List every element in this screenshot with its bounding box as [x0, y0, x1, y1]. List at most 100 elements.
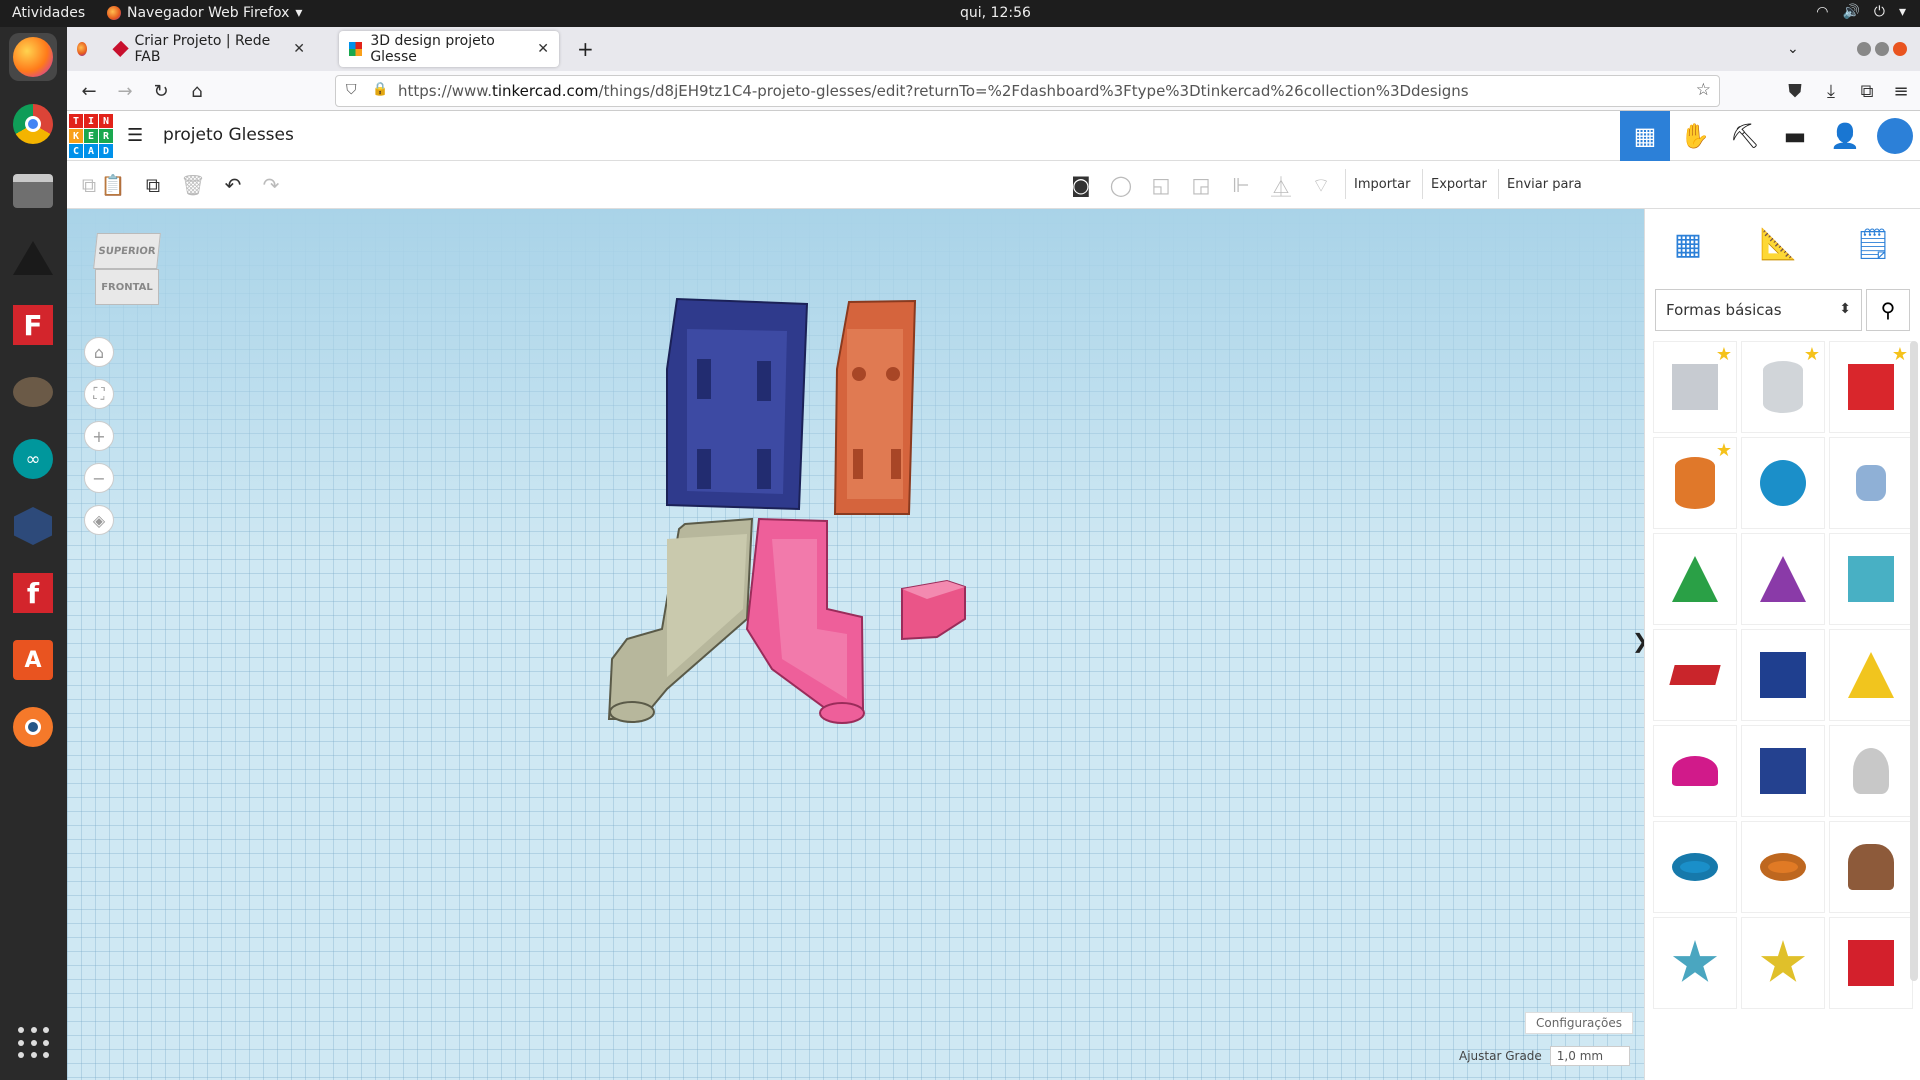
shape-cylinder-hole[interactable]: ★ — [1741, 341, 1825, 433]
shape-star[interactable] — [1653, 917, 1737, 1009]
clock[interactable]: qui, 12:56 — [960, 5, 1031, 21]
blocks-button[interactable]: ✋ — [1670, 111, 1720, 161]
pink-clip[interactable] — [901, 579, 966, 641]
maximize-button[interactable] — [1875, 42, 1889, 56]
ungroup-icon[interactable]: ◲ — [1187, 171, 1215, 199]
3d-view-button[interactable]: ▦ — [1620, 111, 1670, 161]
shape-roof[interactable] — [1653, 533, 1737, 625]
downloads-icon[interactable]: ⤓ — [1819, 79, 1843, 103]
olive-arm[interactable] — [607, 517, 754, 723]
address-bar[interactable]: ⛉ 🔒 https://www.tinkercad.com/things/d8j… — [335, 75, 1720, 107]
shield-icon[interactable]: ⛉ — [346, 82, 357, 98]
shape-round-roof[interactable] — [1829, 533, 1913, 625]
system-tray[interactable]: ◠ 🔊 ⏻ ▾ — [1816, 4, 1906, 20]
minimize-button[interactable] — [1857, 42, 1871, 56]
files-dock-icon[interactable] — [9, 167, 57, 215]
design-list-icon[interactable]: ☰ — [127, 125, 143, 146]
wedge-icon — [1760, 652, 1806, 698]
back-button[interactable]: ← — [77, 79, 101, 103]
inkscape-dock-icon[interactable] — [9, 234, 57, 282]
collapse-panel-icon[interactable]: ❯ — [1632, 629, 1644, 653]
ruler-icon[interactable]: 📐 — [1759, 227, 1796, 262]
bookmark-star-icon[interactable]: ☆ — [1696, 80, 1711, 100]
align-icon[interactable]: ⊩ — [1227, 171, 1255, 199]
shape-torus[interactable] — [1653, 821, 1737, 913]
shape-heart[interactable] — [1829, 821, 1913, 913]
send-to-button[interactable]: Enviar para — [1498, 169, 1590, 199]
shape-tube[interactable] — [1741, 821, 1825, 913]
cura-dock-icon[interactable] — [9, 502, 57, 550]
project-title[interactable]: projeto Glesses — [163, 125, 294, 145]
shape-half-sphere[interactable] — [1653, 725, 1737, 817]
avatar[interactable] — [1870, 111, 1920, 161]
panel-scrollbar[interactable] — [1910, 341, 1918, 981]
tinkercad-logo[interactable]: TIN KER CAD — [69, 114, 113, 158]
add-user-button[interactable]: 👤 — [1820, 111, 1870, 161]
redo-icon[interactable]: ↷ — [257, 171, 285, 199]
light-bulb-icon[interactable]: ◯ — [1107, 171, 1135, 199]
search-icon[interactable]: ⚲ — [1866, 289, 1910, 331]
notes-icon[interactable]: ◙ — [1067, 171, 1095, 199]
duplicate-icon[interactable]: ⧉ — [139, 171, 167, 199]
cruise-icon[interactable]: ⌔ — [1307, 171, 1335, 199]
reload-button[interactable]: ↻ — [149, 79, 173, 103]
shape-polygon[interactable] — [1741, 725, 1825, 817]
undo-icon[interactable]: ↶ — [219, 171, 247, 199]
pocket-icon[interactable]: ⛊ — [1783, 79, 1807, 103]
tab-criar-projeto[interactable]: Criar Projeto | Rede FAB ✕ — [105, 31, 315, 67]
shape-scribble[interactable] — [1829, 437, 1913, 529]
export-button[interactable]: Exportar — [1422, 169, 1495, 199]
navy-housing[interactable] — [666, 297, 809, 511]
firefox-dock-icon[interactable] — [9, 33, 57, 81]
menu-icon[interactable]: ≡ — [1889, 79, 1913, 103]
shape-box[interactable]: ★ — [1829, 341, 1913, 433]
show-apps-button[interactable] — [18, 1027, 50, 1059]
forward-button[interactable]: → — [113, 79, 137, 103]
gimp-dock-icon[interactable] — [9, 368, 57, 416]
delete-icon[interactable]: 🗑 — [179, 171, 207, 199]
fritzing-dock-icon[interactable]: f — [9, 569, 57, 617]
notes-icon[interactable]: 🗒 — [1854, 227, 1892, 262]
sim-lab-button[interactable]: ▬ — [1770, 111, 1820, 161]
activities-button[interactable]: Atividades — [12, 5, 85, 21]
shape-category-select[interactable]: Formas básicas ⬍ — [1655, 289, 1862, 331]
lock-icon[interactable]: 🔒 — [372, 82, 388, 97]
list-tabs-button[interactable]: ⌄ — [1777, 31, 1807, 67]
shape-pyramid[interactable] — [1829, 629, 1913, 721]
app-menu[interactable]: Navegador Web Firefox ▾ — [107, 5, 302, 21]
shape-paraboloid[interactable] — [1829, 725, 1913, 817]
tab-3d-design[interactable]: 3D design projeto Glesse ✕ — [339, 31, 559, 67]
shape-icosahedron[interactable] — [1829, 917, 1913, 1009]
mirror-icon[interactable]: ⏅ — [1267, 171, 1295, 199]
close-window-button[interactable] — [1893, 42, 1907, 56]
import-button[interactable]: Importar — [1345, 169, 1418, 199]
bricks-button[interactable]: ⛏ — [1720, 111, 1770, 161]
close-icon[interactable]: ✕ — [293, 41, 305, 57]
arduino-dock-icon[interactable]: ∞ — [9, 435, 57, 483]
workplane-icon[interactable]: ▦ — [1674, 227, 1702, 262]
software-center-dock-icon[interactable]: A — [9, 636, 57, 684]
blender-dock-icon[interactable] — [9, 703, 57, 751]
shape-text[interactable] — [1653, 629, 1737, 721]
settings-button[interactable]: Configurações — [1525, 1012, 1633, 1034]
shape-wedge[interactable] — [1741, 629, 1825, 721]
shape-cone[interactable] — [1741, 533, 1825, 625]
shape-cylinder[interactable]: ★ — [1653, 437, 1737, 529]
new-tab-button[interactable]: + — [567, 31, 597, 67]
window-controls[interactable] — [1847, 31, 1917, 67]
shape-sphere[interactable] — [1741, 437, 1825, 529]
chrome-dock-icon[interactable] — [9, 100, 57, 148]
pink-arm[interactable] — [745, 517, 865, 724]
close-icon[interactable]: ✕ — [537, 41, 549, 57]
shape-box-hole[interactable]: ★ — [1653, 341, 1737, 433]
shape-star-gold[interactable] — [1741, 917, 1825, 1009]
workplane-canvas[interactable]: SUPERIOR FRONTAL ⌂ ⛶ + − ◈ Configurações… — [67, 209, 1644, 1080]
paste-icon[interactable]: 📋 — [99, 171, 127, 199]
orange-housing[interactable] — [833, 299, 917, 515]
snap-grid-select[interactable]: 1,0 mm — [1549, 1046, 1630, 1066]
firefox-view-button[interactable] — [67, 31, 97, 67]
freecad-dock-icon[interactable]: F — [9, 301, 57, 349]
extensions-icon[interactable]: ⧉ — [1855, 79, 1879, 103]
home-button[interactable]: ⌂ — [185, 79, 209, 103]
group-icon[interactable]: ◱ — [1147, 171, 1175, 199]
